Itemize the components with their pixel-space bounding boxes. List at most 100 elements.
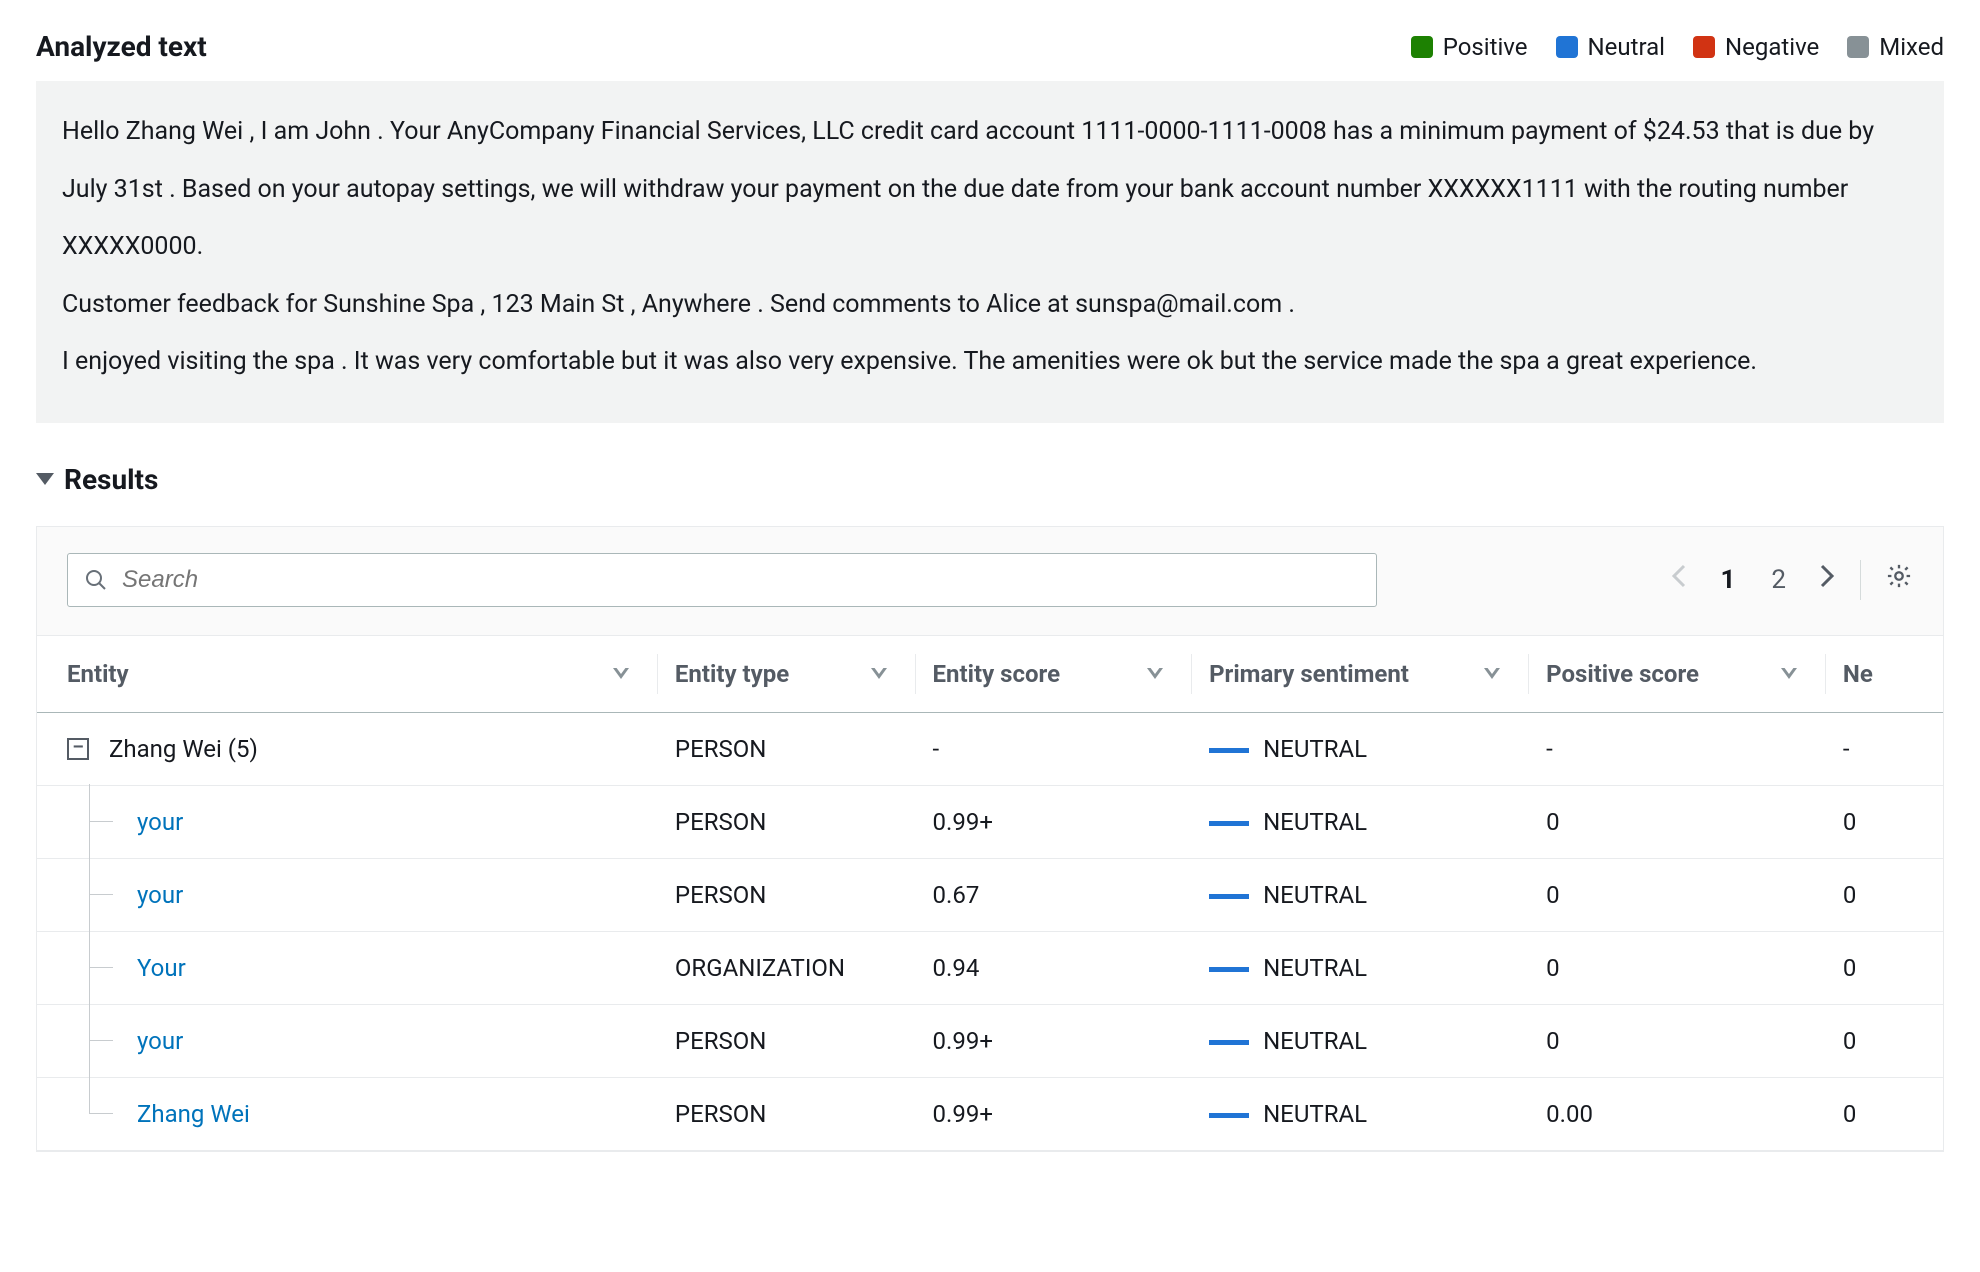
- text-token: .: [335, 347, 354, 381]
- text-token: enjoyed visiting the: [75, 347, 288, 381]
- cell-entity-score: -: [915, 712, 1192, 785]
- text-token: payment: [779, 175, 888, 209]
- chevron-left-icon: [1670, 562, 1690, 590]
- text-token: it: [663, 347, 677, 381]
- text-token: was very comfortable but: [369, 347, 663, 381]
- text-token: Zhang Wei: [126, 117, 244, 151]
- results-table: Entity Entity type Entity score Primary …: [37, 635, 1943, 1151]
- text-token: feedback for: [171, 290, 323, 324]
- pager-page-1[interactable]: 1: [1714, 563, 1741, 597]
- analyzed-text-panel: Hello Zhang Wei , I am John . Your AnyCo…: [36, 81, 1944, 423]
- cell-negative-score: 0: [1825, 858, 1943, 931]
- settings-button[interactable]: [1885, 562, 1913, 597]
- results-toggle[interactable]: Results: [36, 463, 1944, 496]
- sort-icon: [1484, 668, 1500, 679]
- pager-prev-button[interactable]: [1670, 562, 1690, 597]
- text-token: . Based on: [163, 175, 292, 209]
- col-sentiment-label: Primary sentiment: [1209, 660, 1409, 688]
- sentiment-bar-icon: [1209, 967, 1249, 972]
- entity-group-label: Zhang Wei (5): [109, 735, 258, 763]
- collapse-toggle[interactable]: –: [67, 738, 89, 760]
- cell-entity-type: PERSON: [657, 712, 915, 785]
- text-token: ,: [243, 117, 260, 151]
- legend-mixed: Mixed: [1847, 33, 1944, 61]
- col-entity[interactable]: Entity: [37, 635, 657, 712]
- col-positive-score[interactable]: Positive score: [1528, 635, 1825, 712]
- text-token: your: [292, 175, 340, 209]
- col-entity-score[interactable]: Entity score: [915, 635, 1192, 712]
- pager: 1 2: [1670, 560, 1913, 600]
- text-token: ,: [624, 290, 641, 324]
- text-token: bank account: [1180, 175, 1330, 209]
- sort-icon: [871, 668, 887, 679]
- entity-link[interactable]: Your: [137, 954, 186, 982]
- entity-link[interactable]: your: [137, 881, 183, 909]
- caret-down-icon: [36, 473, 54, 485]
- table-row: yourPERSON0.67NEUTRAL00: [37, 858, 1943, 931]
- text-token: $24.53: [1643, 117, 1720, 151]
- text-token: 1111-0000-1111-0008 has a minimum paymen…: [1081, 117, 1643, 151]
- swatch-mixed-icon: [1847, 36, 1869, 58]
- search-input[interactable]: [122, 566, 1360, 594]
- text-token: will withdraw: [574, 175, 731, 209]
- swatch-negative-icon: [1693, 36, 1715, 58]
- text-token: was also very expensive. The amenities w…: [678, 347, 1304, 381]
- col-entity-label: Entity: [67, 660, 129, 688]
- text-token: your: [1125, 175, 1173, 209]
- sentiment-bar-icon: [1209, 1040, 1249, 1045]
- table-row: Zhang WeiPERSON0.99+NEUTRAL0.000: [37, 1077, 1943, 1150]
- text-token: AnyCompany Financial Services, LLC: [447, 117, 855, 151]
- table-row: yourPERSON0.99+NEUTRAL00: [37, 785, 1943, 858]
- text-token: number: [1330, 175, 1428, 209]
- text-token: am: [267, 117, 315, 151]
- chevron-right-icon: [1816, 562, 1836, 590]
- legend-mixed-label: Mixed: [1879, 33, 1944, 61]
- text-token: that is due: [1720, 117, 1849, 151]
- sentiment-bar-icon: [1209, 1113, 1249, 1118]
- text-token: credit card account: [861, 117, 1075, 151]
- legend-positive: Positive: [1411, 33, 1528, 61]
- legend-negative: Negative: [1693, 33, 1819, 61]
- text-token: 123 Main St: [492, 290, 625, 324]
- cell-entity-score: 0.99+: [915, 1004, 1192, 1077]
- text-token: XXXXXX1111: [1428, 175, 1578, 209]
- entity-link[interactable]: Zhang Wei: [137, 1100, 250, 1128]
- table-row: –Zhang Wei (5)PERSON-NEUTRAL--: [37, 712, 1943, 785]
- search-box[interactable]: [67, 553, 1377, 607]
- results-toolbar: 1 2: [37, 553, 1943, 635]
- text-token: from: [1060, 175, 1126, 209]
- pager-page-2[interactable]: 2: [1765, 563, 1792, 597]
- entity-link[interactable]: your: [137, 808, 183, 836]
- text-token: [855, 117, 861, 151]
- text-token: spa: [294, 347, 335, 381]
- col-primary-sentiment[interactable]: Primary sentiment: [1191, 635, 1528, 712]
- sentiment-legend: Positive Neutral Negative Mixed: [1411, 33, 1944, 61]
- cell-sentiment: NEUTRAL: [1263, 808, 1367, 836]
- sentiment-bar-icon: [1209, 821, 1249, 826]
- entity-link[interactable]: your: [137, 1027, 183, 1055]
- col-entity-type[interactable]: Entity type: [657, 635, 915, 712]
- text-token: Customer: [62, 290, 171, 324]
- text-token: on: [888, 175, 916, 209]
- text-token: Sunshine Spa: [323, 290, 474, 324]
- text-token: Your: [390, 117, 441, 151]
- swatch-positive-icon: [1411, 36, 1433, 58]
- results-title: Results: [64, 463, 158, 496]
- table-row: YourORGANIZATION0.94NEUTRAL00: [37, 931, 1943, 1004]
- cell-negative-score: -: [1825, 712, 1943, 785]
- text-token: John: [315, 117, 371, 151]
- text-token: autopay settings,: [340, 175, 542, 209]
- text-token: we: [542, 175, 574, 209]
- pager-next-button[interactable]: [1816, 562, 1836, 597]
- cell-negative-score: 0: [1825, 785, 1943, 858]
- gear-icon: [1885, 562, 1913, 590]
- cell-sentiment: NEUTRAL: [1263, 735, 1367, 763]
- cell-entity-type: PERSON: [657, 1077, 915, 1150]
- cell-positive-score: -: [1528, 712, 1825, 785]
- col-type-label: Entity type: [675, 660, 789, 688]
- cell-positive-score: 0: [1528, 1004, 1825, 1077]
- col-negative-score[interactable]: Ne: [1825, 635, 1943, 712]
- cell-entity-type: PERSON: [657, 785, 915, 858]
- col-score-label: Entity score: [933, 660, 1061, 688]
- cell-positive-score: 0: [1528, 785, 1825, 858]
